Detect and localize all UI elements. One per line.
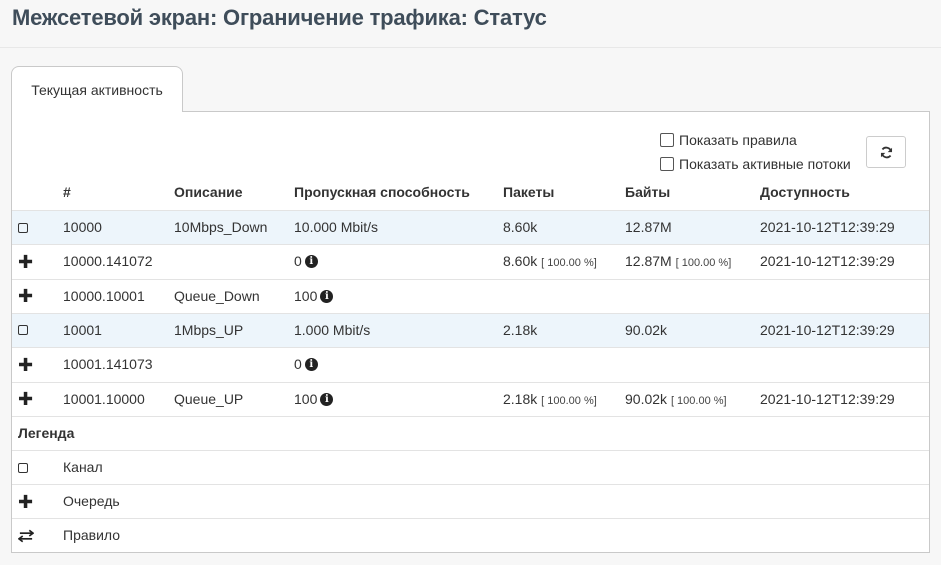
row-bytes: 90.02k <box>625 390 668 407</box>
header-id: # <box>63 184 71 200</box>
row-id: 10000.141072 <box>63 253 153 270</box>
legend-label: Правило <box>63 527 121 543</box>
table-row[interactable]: 10000 10Mbps_Down 10.000 Mbit/s 8.60k 12.87… <box>12 210 929 244</box>
legend-label: Канал <box>63 459 103 475</box>
row-accessed: 2021-10-12T12:39:29 <box>760 253 895 270</box>
header-bytes: Байты <box>625 184 671 200</box>
queue-plus-icon[interactable]: ✚ <box>18 390 33 408</box>
table-row[interactable]: ✚ 10001.141073 0 i <box>12 347 929 381</box>
show-rules-checkbox[interactable] <box>660 133 674 147</box>
row-id: 10001 <box>63 321 102 338</box>
row-id: 10000.10001 <box>63 287 145 304</box>
row-bytes-percent: [ 100.00 %] <box>670 394 727 407</box>
show-active-flows-checkbox[interactable] <box>660 157 674 171</box>
queue-plus-icon[interactable]: ✚ <box>18 287 33 305</box>
queue-plus-icon[interactable]: ✚ <box>18 253 33 271</box>
row-bytes: 12.87M <box>625 253 672 270</box>
show-active-flows-label: Показать активные потоки <box>679 156 851 172</box>
row-bandwidth: 1.000 Mbit/s <box>294 321 371 338</box>
rule-exchange-icon <box>18 529 34 542</box>
pipe-icon[interactable] <box>18 222 28 233</box>
row-packets: 2.18k <box>503 321 538 338</box>
row-description: Queue_Down <box>174 287 260 304</box>
row-bandwidth: 0 <box>294 356 302 373</box>
row-packets: 2.18k <box>503 390 538 407</box>
header-bandwidth: Пропускная способность <box>294 184 470 200</box>
row-packets: 8.60k <box>503 253 538 270</box>
row-bytes: 12.87M <box>625 219 672 235</box>
row-id: 10001.10000 <box>63 390 145 407</box>
row-description: Queue_UP <box>174 390 244 407</box>
show-active-flows-option[interactable]: Показать активные потоки <box>660 156 851 172</box>
row-bytes: 90.02k <box>625 321 668 338</box>
legend-item: Правило <box>12 518 929 552</box>
row-description: 1Mbps_UP <box>174 321 244 338</box>
pipe-icon[interactable] <box>18 325 28 336</box>
queue-plus-icon[interactable]: ✚ <box>18 356 33 374</box>
header-accessed: Доступность <box>760 184 850 200</box>
header-description: Описание <box>174 184 243 200</box>
show-rules-label: Показать правила <box>679 132 797 148</box>
row-bytes-percent: [ 100.00 %] <box>675 257 732 270</box>
pipe-icon <box>18 462 28 473</box>
row-id: 10001.141073 <box>63 356 153 373</box>
row-accessed: 2021-10-12T12:39:29 <box>760 390 895 407</box>
status-panel: Показать правила Показать активные поток… <box>11 111 930 553</box>
queue-plus-icon: ✚ <box>18 491 34 512</box>
table-row[interactable]: ✚ 10000.141072 0 i 8.60k [ 100.00 %] 12.87M [… <box>12 244 929 278</box>
row-description: 10Mbps_Down <box>174 219 268 235</box>
refresh-button[interactable] <box>866 136 906 168</box>
title-divider <box>0 47 941 48</box>
row-bandwidth: 100 <box>294 390 318 407</box>
table-row[interactable]: ✚ 10001.10000 Queue_UP 100 i 2.18k [ 100.00 %… <box>12 381 929 416</box>
info-icon[interactable]: i <box>304 255 318 269</box>
row-packets: 8.60k <box>503 219 538 235</box>
legend-header-row: Легенда <box>12 416 929 450</box>
legend-item: ✚ Очередь <box>12 484 929 518</box>
row-packets-percent: [ 100.00 %] <box>541 394 597 407</box>
legend-title: Легенда <box>18 425 75 441</box>
table-row[interactable]: 10001 1Mbps_UP 1.000 Mbit/s 2.18k 90.02k 20… <box>12 312 929 347</box>
row-id: 10000 <box>63 219 102 235</box>
info-icon[interactable]: i <box>320 289 334 303</box>
page-title: Межсетевой экран: Ограничение трафика: С… <box>12 5 547 30</box>
row-accessed: 2021-10-12T12:39:29 <box>760 321 895 338</box>
info-icon[interactable]: i <box>304 358 318 372</box>
row-bandwidth: 0 <box>294 253 302 270</box>
refresh-icon <box>880 146 892 158</box>
legend-item: Канал <box>12 450 929 484</box>
row-bandwidth: 100 <box>294 287 318 304</box>
tab-current-activity[interactable]: Текущая активность <box>11 66 183 112</box>
info-icon[interactable]: i <box>320 392 334 406</box>
row-bandwidth: 10.000 Mbit/s <box>294 219 379 235</box>
show-rules-option[interactable]: Показать правила <box>660 132 797 148</box>
row-packets-percent: [ 100.00 %] <box>541 257 597 270</box>
table-row[interactable]: ✚ 10000.10001 Queue_Down 100 i <box>12 278 929 313</box>
legend-label: Очередь <box>63 493 120 509</box>
header-packets: Пакеты <box>503 184 555 200</box>
row-accessed: 2021-10-12T12:39:29 <box>760 219 895 235</box>
